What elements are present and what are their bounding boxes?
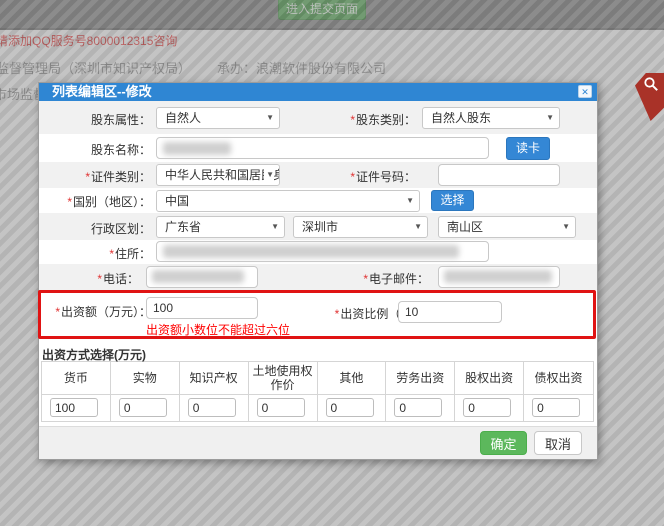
- district-select[interactable]: 南山区 ▼: [438, 216, 576, 238]
- redacted-name: [163, 142, 231, 155]
- read-card-button[interactable]: 读卡: [506, 137, 550, 160]
- region-label: 行政区划：: [39, 220, 151, 237]
- col-header: 实物: [111, 362, 180, 395]
- cancel-button[interactable]: 取消: [534, 431, 582, 455]
- chevron-down-icon: ▼: [266, 108, 274, 128]
- address-label: *住所：: [39, 245, 151, 262]
- contribution-input-debt[interactable]: [532, 398, 580, 417]
- col-header: 知识产权: [180, 362, 249, 395]
- contribution-input-currency[interactable]: [50, 398, 98, 417]
- shareholder-attr-select[interactable]: 自然人 ▼: [156, 107, 280, 129]
- chevron-down-icon: ▼: [406, 191, 414, 211]
- ratio-input[interactable]: [398, 301, 502, 323]
- cert-type-select[interactable]: 中华人民共和国居民身份证 ▼: [156, 164, 280, 186]
- contribution-input-land[interactable]: [257, 398, 305, 417]
- amount-label: *出资额（万元）：: [39, 303, 151, 320]
- magnifier-icon: [643, 76, 659, 92]
- redacted-phone: [152, 270, 244, 283]
- shareholder-attr-label: 股东属性：: [39, 111, 151, 128]
- province-select[interactable]: 广东省 ▼: [156, 216, 285, 238]
- chevron-down-icon: ▼: [414, 217, 422, 237]
- city-select[interactable]: 深圳市 ▼: [293, 216, 428, 238]
- cert-type-label: *证件类别：: [39, 168, 151, 185]
- row-country: *国别（地区）： 中国 ▼ 选择: [39, 188, 597, 213]
- chevron-down-icon: ▼: [546, 108, 554, 128]
- edit-dialog: 列表编辑区--修改 ✕ 股东属性： 自然人 ▼ *股东类别： 自然人股东 ▼ 股…: [38, 82, 598, 460]
- phone-label: *电话：: [39, 270, 139, 287]
- amount-error-text: 出资额小数位不能超过六位: [146, 321, 290, 338]
- contribution-section-title: 出资方式选择(万元): [39, 344, 597, 361]
- row-address: *住所：: [39, 240, 597, 264]
- contribution-table-header: 货币 实物 知识产权 土地使用权作价 其他 劳务出资 股权出资 债权出资: [42, 362, 593, 395]
- dialog-footer: 确定 取消: [39, 426, 597, 459]
- confirm-button[interactable]: 确定: [480, 431, 527, 455]
- contribution-input-ip[interactable]: [188, 398, 236, 417]
- col-header: 土地使用权作价: [249, 362, 318, 395]
- redacted-address: [163, 245, 459, 258]
- col-header: 其他: [318, 362, 387, 395]
- amount-input[interactable]: [146, 297, 258, 319]
- chevron-down-icon: ▼: [264, 165, 274, 185]
- row-phone-email: *电话： *电子邮件：: [39, 264, 597, 290]
- agency-text: 监督管理局（深圳市知识产权局）: [0, 61, 191, 76]
- row-contribution: *出资额（万元）： 出资额小数位不能超过六位 *出资比例（%）：: [39, 290, 597, 344]
- country-label: *国别（地区）：: [39, 193, 151, 210]
- undertaker-text: 承办：浪潮软件股份有限公司: [217, 61, 386, 76]
- close-icon[interactable]: ✕: [578, 85, 592, 98]
- select-button[interactable]: 选择: [431, 190, 474, 211]
- shareholder-name-label: 股东名称：: [39, 141, 151, 158]
- agency-line: 监督管理局（深圳市知识产权局） 承办：浪潮软件股份有限公司: [0, 58, 386, 77]
- row-shareholder-attr-type: 股东属性： 自然人 ▼ *股东类别： 自然人股东 ▼: [39, 101, 597, 134]
- contribution-table-values: [42, 395, 593, 422]
- redacted-email: [444, 270, 552, 283]
- chevron-down-icon: ▼: [271, 217, 279, 237]
- col-header: 劳务出资: [386, 362, 455, 395]
- contribution-input-other[interactable]: [326, 398, 374, 417]
- email-label: *电子邮件：: [279, 270, 429, 287]
- row-shareholder-name: 股东名称： 读卡: [39, 134, 597, 162]
- dialog-title-bar[interactable]: 列表编辑区--修改 ✕: [39, 83, 597, 101]
- country-select[interactable]: 中国 ▼: [156, 190, 420, 212]
- cert-no-label: *证件号码：: [279, 168, 416, 185]
- enter-submit-page-button[interactable]: 进入提交页面: [278, 0, 366, 20]
- contribution-input-labor[interactable]: [394, 398, 442, 417]
- col-header: 股权出资: [455, 362, 524, 395]
- qq-service-notice: 请添加QQ服务号8000012315咨询: [0, 32, 177, 49]
- cert-no-input[interactable]: [438, 164, 560, 186]
- col-header: 债权出资: [524, 362, 593, 395]
- row-region: 行政区划： 广东省 ▼ 深圳市 ▼ 南山区 ▼: [39, 213, 597, 240]
- dialog-title: 列表编辑区--修改: [52, 84, 152, 99]
- row-cert: *证件类别： 中华人民共和国居民身份证 ▼ *证件号码：: [39, 162, 597, 188]
- shareholder-type-label: *股东类别：: [279, 111, 416, 128]
- contribution-input-physical[interactable]: [119, 398, 167, 417]
- shareholder-type-select[interactable]: 自然人股东 ▼: [422, 107, 560, 129]
- col-header: 货币: [42, 362, 111, 395]
- chevron-down-icon: ▼: [562, 217, 570, 237]
- contribution-input-equity[interactable]: [463, 398, 511, 417]
- contribution-table: 货币 实物 知识产权 土地使用权作价 其他 劳务出资 股权出资 债权出资: [41, 361, 594, 422]
